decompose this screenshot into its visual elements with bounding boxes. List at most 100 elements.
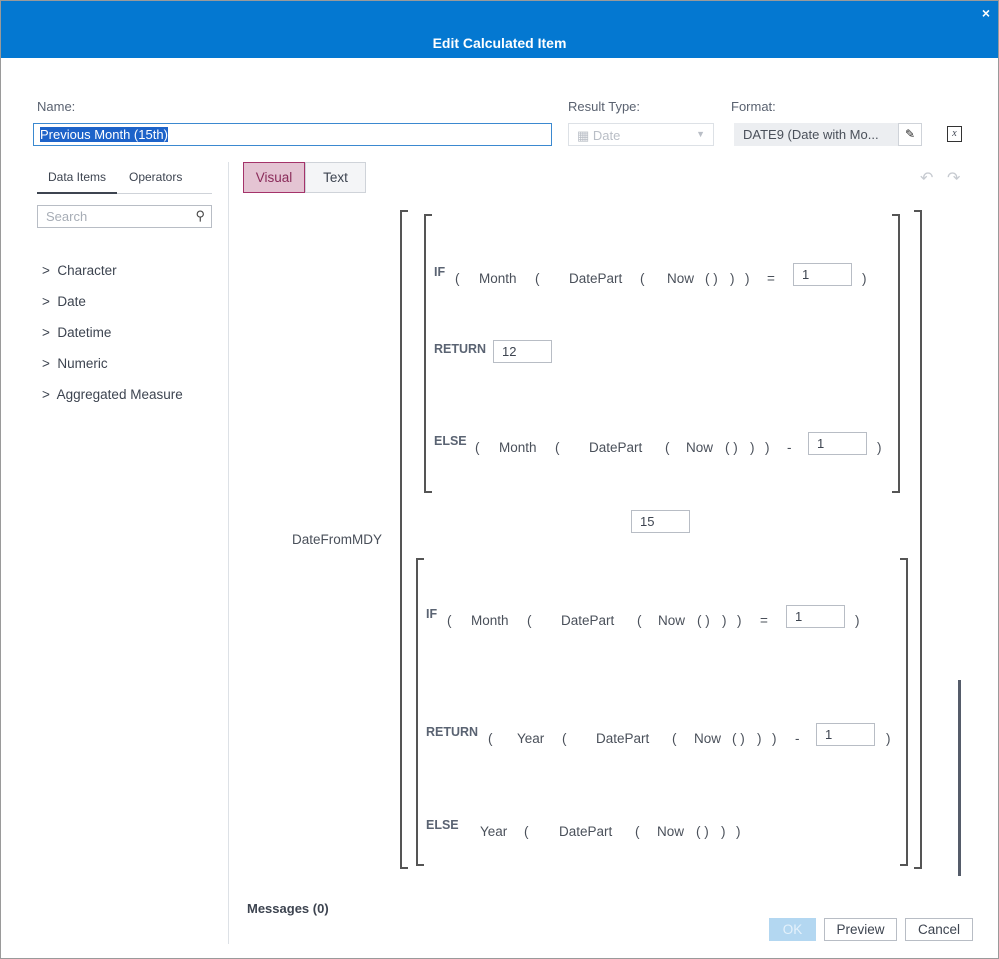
- value-input[interactable]: 1: [808, 432, 867, 455]
- scrollbar[interactable]: [958, 680, 961, 876]
- expression-token: (: [535, 271, 540, 286]
- edit-pencil-icon[interactable]: ✎: [898, 123, 922, 146]
- calendar-icon: ▦: [577, 128, 593, 143]
- search-icon: ⚲: [195, 208, 205, 223]
- keyword-return: RETURN: [426, 725, 479, 739]
- day-value-input[interactable]: 15: [631, 510, 690, 533]
- tree-item[interactable]: > Datetime: [42, 325, 111, 340]
- format-field: DATE9 (Date with Mo... ✎: [734, 123, 922, 146]
- expression-token: (: [640, 271, 645, 286]
- tree-item-label: Character: [57, 263, 117, 278]
- expression-token[interactable]: Month: [479, 271, 517, 286]
- expression-token: ): [721, 824, 726, 839]
- keyword-if: IF: [426, 607, 438, 621]
- messages-label[interactable]: Messages (0): [247, 901, 329, 916]
- outer-bracket-right: [914, 210, 922, 869]
- chevron-down-icon: ▼: [696, 129, 705, 139]
- expression-token: ): [745, 271, 750, 286]
- expression-token: ( ): [732, 731, 745, 746]
- expression-token: ): [772, 731, 777, 746]
- value-input[interactable]: 1: [793, 263, 852, 286]
- tab-visual[interactable]: Visual: [243, 162, 305, 193]
- ok-button[interactable]: OK: [769, 918, 816, 941]
- chevron-right-icon: >: [42, 325, 58, 340]
- panel-divider: [228, 162, 229, 944]
- left-tabs: Data Items Operators: [37, 162, 212, 194]
- expression-token: (: [665, 440, 670, 455]
- expression-token[interactable]: Month: [499, 440, 537, 455]
- expression-token: ): [886, 731, 891, 746]
- value-input[interactable]: 1: [786, 605, 845, 628]
- tree-item-label: Aggregated Measure: [56, 387, 183, 402]
- expression-token: =: [767, 271, 775, 286]
- expression-token: ): [862, 271, 867, 286]
- tab-data-items[interactable]: Data Items: [37, 170, 117, 194]
- outer-bracket-left: [400, 210, 408, 869]
- expression-token: ): [765, 440, 770, 455]
- expression-token: (: [455, 271, 460, 286]
- expression-token: (: [672, 731, 677, 746]
- expression-token[interactable]: DatePart: [569, 271, 622, 286]
- value-input[interactable]: 1: [816, 723, 875, 746]
- expression-token: (: [475, 440, 480, 455]
- name-label: Name:: [37, 99, 76, 114]
- expression-token: (: [555, 440, 560, 455]
- expression-token: (: [635, 824, 640, 839]
- expression-token[interactable]: Month: [471, 613, 509, 628]
- expression-token: (: [524, 824, 529, 839]
- search-input[interactable]: Search ⚲: [37, 205, 212, 228]
- expression-token[interactable]: Year: [480, 824, 507, 839]
- expression-token: (: [447, 613, 452, 628]
- close-icon[interactable]: ×: [982, 5, 990, 21]
- expression-token[interactable]: Now: [694, 731, 721, 746]
- expression-token[interactable]: DatePart: [561, 613, 614, 628]
- year-bracket-left: [416, 558, 424, 866]
- tab-text[interactable]: Text: [305, 162, 366, 193]
- expression-token: ): [757, 731, 762, 746]
- tab-operators[interactable]: Operators: [129, 170, 182, 184]
- month-bracket-right: [892, 214, 900, 493]
- month-bracket-left: [424, 214, 432, 493]
- expression-token[interactable]: DatePart: [596, 731, 649, 746]
- tree-item[interactable]: > Date: [42, 294, 86, 309]
- chevron-right-icon: >: [42, 263, 58, 278]
- undo-icon[interactable]: ↶: [920, 168, 933, 188]
- tree-item[interactable]: > Numeric: [42, 356, 108, 371]
- keyword-return: RETURN: [434, 342, 487, 356]
- value-input[interactable]: 12: [493, 340, 552, 363]
- redo-icon[interactable]: ↷: [947, 168, 960, 188]
- expression-token[interactable]: Now: [686, 440, 713, 455]
- tree-item-label: Date: [57, 294, 86, 309]
- search-placeholder: Search: [46, 209, 88, 224]
- expression-token[interactable]: Now: [658, 613, 685, 628]
- expression-token[interactable]: Now: [657, 824, 684, 839]
- expression-token[interactable]: DatePart: [559, 824, 612, 839]
- cancel-button[interactable]: Cancel: [905, 918, 973, 941]
- keyword-else: ELSE: [426, 818, 459, 832]
- expression-token: ): [877, 440, 882, 455]
- dialog-titlebar: Edit Calculated Item ×: [1, 1, 998, 58]
- dialog-title: Edit Calculated Item: [432, 35, 567, 51]
- expression-token: ( ): [725, 440, 738, 455]
- chevron-right-icon: >: [42, 387, 57, 402]
- preview-button[interactable]: Preview: [824, 918, 897, 941]
- expression-token: ): [750, 440, 755, 455]
- expression-token: ): [722, 613, 727, 628]
- tree-item[interactable]: > Character: [42, 263, 117, 278]
- format-label: Format:: [731, 99, 776, 114]
- result-type-value: Date: [592, 128, 621, 143]
- tree-item[interactable]: > Aggregated Measure: [42, 387, 183, 402]
- expression-token: ( ): [696, 824, 709, 839]
- expression-token: (: [562, 731, 567, 746]
- expression-token[interactable]: Year: [517, 731, 544, 746]
- tree-item-label: Datetime: [57, 325, 112, 340]
- result-type-select[interactable]: ▦ Date ▼: [568, 123, 714, 146]
- year-bracket-right: [900, 558, 908, 866]
- expression-token[interactable]: DatePart: [589, 440, 642, 455]
- function-x-icon[interactable]: x: [947, 126, 962, 142]
- expression-token: =: [760, 613, 768, 628]
- chevron-right-icon: >: [42, 294, 58, 309]
- name-input[interactable]: Previous Month (15th): [33, 123, 552, 146]
- expression-token[interactable]: Now: [667, 271, 694, 286]
- expression-token: ( ): [697, 613, 710, 628]
